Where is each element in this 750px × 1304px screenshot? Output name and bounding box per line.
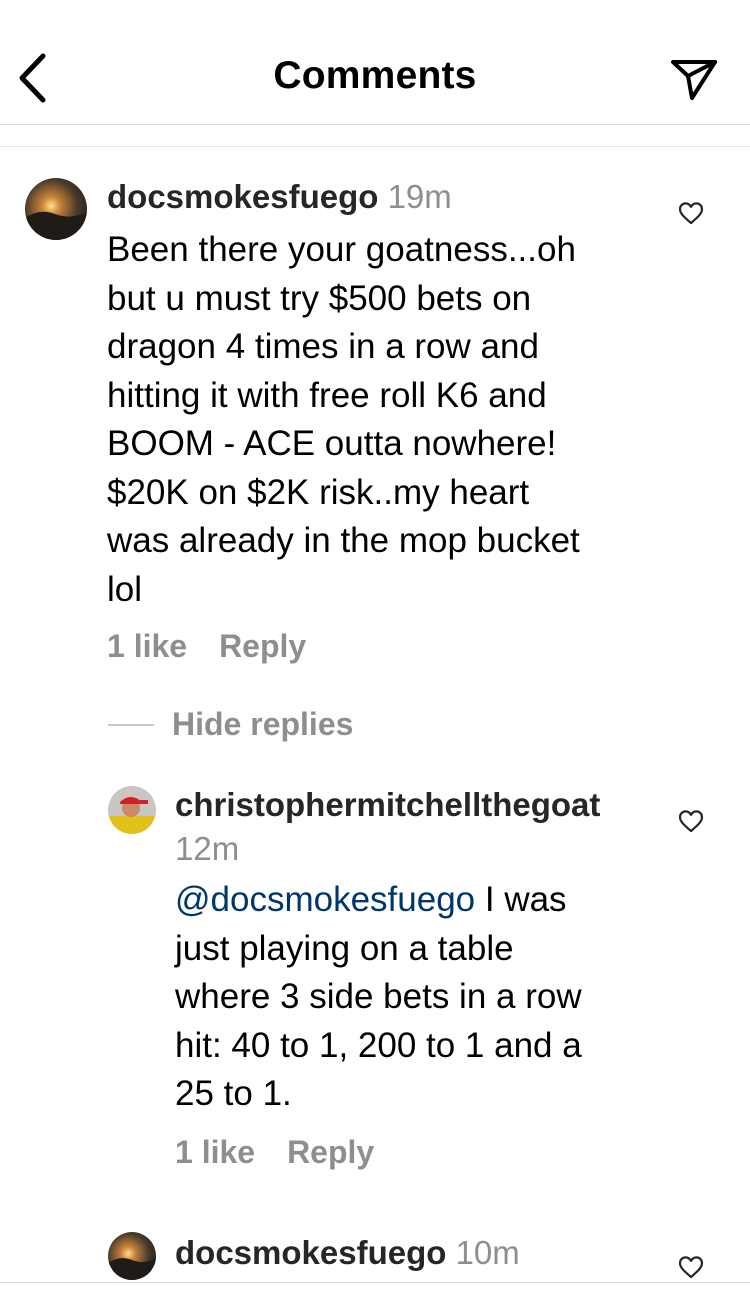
comment-username[interactable]: docsmokesfuego [107,178,378,215]
reply-timestamp-row: 12m [175,830,239,868]
reply-actions: 1 like Reply [175,1134,374,1171]
reply-text: I was [475,880,567,919]
divider [0,1282,750,1283]
share-button[interactable] [668,56,720,102]
heart-outline-icon [678,1256,704,1279]
comment-username[interactable]: docsmokesfuego [175,1234,446,1271]
comment-line: but u must try $500 bets on [107,278,532,318]
paper-plane-icon [671,60,717,100]
hide-replies-label: Hide replies [172,706,354,742]
like-button[interactable] [678,201,704,225]
reply-line: 25 to 1. [175,1074,292,1113]
comment-timestamp: 19m [387,178,452,215]
page-title: Comments [273,54,477,97]
comment-header: docsmokesfuego 10m [175,1234,520,1272]
divider [0,146,750,147]
like-count[interactable]: 1 like [107,628,187,664]
comment-line: dragon 4 times in a row and [107,327,539,366]
comment-line: Been there your goatness...oh [107,230,576,269]
heart-outline-icon [678,810,704,833]
like-button[interactable] [678,809,704,833]
avatar[interactable] [108,1232,156,1280]
reply-line: just playing on a table [175,928,514,968]
reply-header: christophermitchellthegoat [175,786,600,824]
reply-line: @docsmokesfuego I was [175,876,582,925]
comment-timestamp: 10m [455,1234,520,1271]
avatar[interactable] [108,786,156,834]
thread-line [108,724,154,726]
comment-line: BOOM - ACE outta nowhere! [107,424,557,463]
comment-body: Been there your goatness...oh but u must… [107,226,580,614]
comment-line: was already in the mop bucket [107,521,580,560]
mention-link[interactable]: @docsmokesfuego [175,880,475,919]
comment-actions: 1 like Reply [107,628,306,665]
comment-line: $20K on $2K risk..my heart [107,472,530,512]
comment-header: docsmokesfuego 19m [107,178,452,216]
reply-button[interactable]: Reply [287,1134,374,1170]
comment-line: hitting it with free roll K6 and [107,375,547,415]
reply-line: hit: 40 to 1, 200 to 1 and a [175,1025,582,1065]
header-bar: Comments [0,0,750,125]
like-button[interactable] [678,1255,704,1279]
like-count[interactable]: 1 like [175,1134,255,1170]
avatar[interactable] [25,178,87,240]
comment-line: lol [107,569,143,609]
reply-timestamp: 12m [175,830,240,867]
reply-line: where 3 side bets in a row [175,977,582,1016]
reply-username[interactable]: christophermitchellthegoat [175,786,600,823]
heart-outline-icon [678,202,704,225]
reply-button[interactable]: Reply [219,628,306,664]
reply-body: @docsmokesfuego I was just playing on a … [175,876,582,1119]
